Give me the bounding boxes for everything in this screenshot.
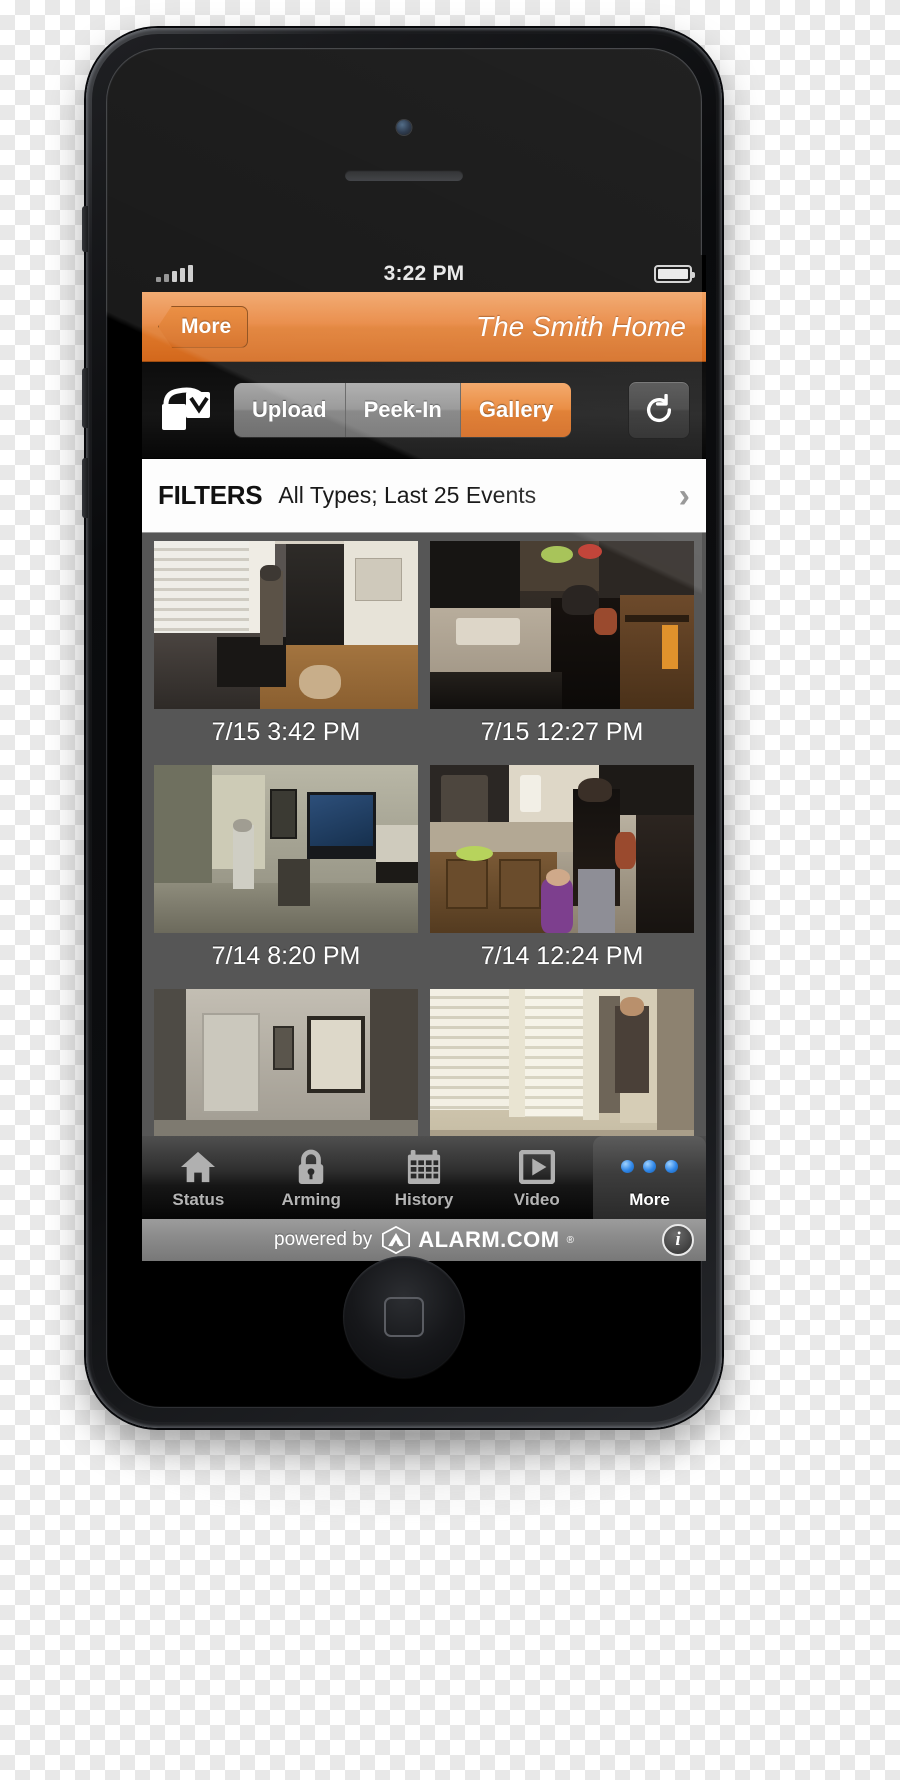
phone-reflection — [110, 1430, 700, 1520]
phone-bezel: 3:22 PM More The Smith Home Upload Peek-… — [92, 34, 716, 1422]
tab-label: More — [629, 1189, 670, 1209]
home-icon — [179, 1146, 217, 1188]
gallery-thumbnail[interactable] — [430, 765, 694, 933]
gallery-thumbnail[interactable] — [430, 989, 694, 1157]
tab-more[interactable]: More — [593, 1136, 706, 1219]
gallery-caption: 7/15 3:42 PM — [211, 718, 361, 746]
gallery-caption: 7/15 12:27 PM — [480, 718, 644, 746]
chevron-right-icon: › — [678, 476, 690, 515]
filters-row[interactable]: FILTERS All Types; Last 25 Events › — [142, 459, 706, 533]
status-bar-clock: 3:22 PM — [383, 261, 465, 285]
registered-mark: ® — [566, 1234, 574, 1246]
screenshot-stage: 3:22 PM More The Smith Home Upload Peek-… — [0, 0, 900, 1780]
status-bar: 3:22 PM — [142, 255, 706, 292]
refresh-icon — [646, 394, 672, 423]
phone-screen: 3:22 PM More The Smith Home Upload Peek-… — [142, 255, 706, 1261]
gallery-item[interactable]: 7/15 3:42 PM — [148, 541, 424, 765]
tab-label: Video — [513, 1189, 560, 1209]
tab-label: Arming — [281, 1189, 341, 1209]
tab-arming[interactable]: Arming — [255, 1136, 368, 1219]
filters-value: All Types; Last 25 Events — [278, 482, 537, 508]
bottom-tab-bar[interactable]: Status Arming History Video More — [142, 1136, 706, 1219]
earpiece-speaker — [345, 170, 463, 181]
brand-name: ALARM.COM — [418, 1227, 560, 1252]
tab-status[interactable]: Status — [142, 1136, 255, 1219]
back-button-more[interactable]: More — [158, 305, 249, 348]
gallery-item[interactable]: 7/14 8:20 PM — [148, 765, 424, 989]
home-button[interactable] — [343, 1256, 465, 1378]
tab-label: Status — [172, 1189, 225, 1209]
gallery-thumbnail[interactable] — [154, 989, 418, 1157]
volume-up-button[interactable] — [82, 368, 88, 428]
gallery-thumbnail[interactable] — [430, 541, 694, 709]
navigation-bar: More The Smith Home — [142, 292, 706, 362]
front-camera-icon — [396, 120, 412, 135]
segment-upload[interactable]: Upload — [234, 383, 346, 437]
phone-face: 3:22 PM More The Smith Home Upload Peek-… — [106, 48, 706, 1408]
refresh-button[interactable] — [628, 381, 690, 439]
gallery-item[interactable]: 7/15 12:27 PM — [424, 541, 700, 765]
volume-down-button[interactable] — [82, 458, 88, 518]
gallery-caption: 7/14 12:24 PM — [480, 942, 644, 970]
page-title: The Smith Home — [475, 310, 686, 342]
dots-icon — [621, 1146, 679, 1188]
camera-upload-icon — [158, 384, 216, 436]
mute-switch[interactable] — [82, 206, 88, 252]
gallery-thumbnail[interactable] — [154, 765, 418, 933]
lock-icon — [295, 1146, 327, 1188]
tab-video[interactable]: Video — [480, 1136, 593, 1219]
gallery-caption: 7/14 8:20 PM — [211, 942, 361, 970]
filters-label: FILTERS — [158, 480, 263, 510]
gallery-thumbnail[interactable] — [154, 541, 418, 709]
info-button[interactable]: i — [662, 1224, 694, 1256]
tab-history[interactable]: History — [368, 1136, 481, 1219]
calendar-icon — [406, 1146, 442, 1188]
battery-full-icon — [654, 264, 695, 283]
alarm-dot-com-logo-icon: ALARM.COM ® — [381, 1226, 574, 1254]
segment-peek-in[interactable]: Peek-In — [345, 383, 461, 437]
phone-device: 3:22 PM More The Smith Home Upload Peek-… — [82, 28, 722, 1428]
segment-gallery[interactable]: Gallery — [460, 383, 572, 437]
play-icon — [518, 1146, 555, 1188]
powered-by-footer: powered by ALARM.COM ® i — [142, 1219, 706, 1261]
gallery-item[interactable]: 7/14 12:24 PM — [424, 765, 700, 989]
view-mode-segmented-control[interactable]: Upload Peek-In Gallery — [234, 383, 572, 437]
powered-by-label: powered by — [274, 1229, 373, 1250]
gallery-toolbar: Upload Peek-In Gallery — [142, 362, 706, 459]
tab-label: History — [394, 1189, 454, 1209]
